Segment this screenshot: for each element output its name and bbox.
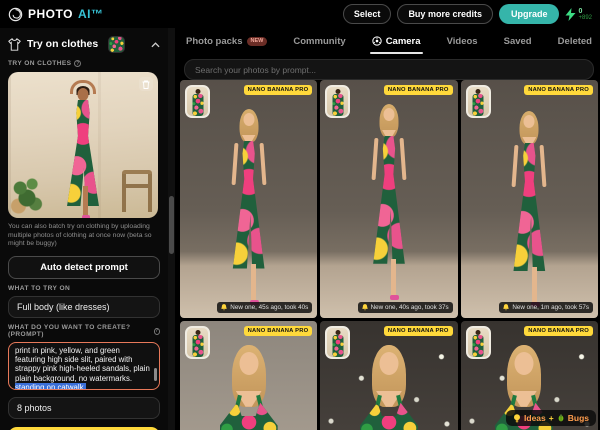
logo-text-primary: PHOTO [28,7,73,21]
clothing-thumbnail[interactable] [465,326,491,359]
sidebar-try-on-clothes: Try on clothes TRY ON CLOTHES? You can a… [0,28,168,430]
photo-status-badge: New one, 40s ago, took 37s [357,302,453,313]
scrollbar-thumb[interactable] [169,196,174,254]
sidebar-header[interactable]: Try on clothes [8,34,160,54]
new-badge: NEW [246,36,268,46]
photo-status-badge: New one, 1m ago, took 57s [499,302,593,313]
nano-pro-badge: NANO BANANA PRO [383,326,453,336]
logo-text-secondary: AI™ [77,7,104,21]
search-input[interactable]: Search your photos by prompt... [184,59,594,80]
photo-status-badge: New one, 45s ago, took 40s [217,302,313,313]
photo-card[interactable]: NANO BANANA PRO New one, 40s ago, took 3… [320,80,458,318]
what-to-try-on-label: WHAT TO TRY ON [8,285,71,293]
tab-bar: Photo packs NEW Community Camera Videos S… [178,28,600,54]
select-button[interactable]: Select [342,4,392,24]
lightning-icon [565,7,576,21]
photo-card[interactable]: NANO BANANA PRO [180,321,318,430]
clothing-thumbnail[interactable] [185,85,210,118]
auto-detect-prompt-button[interactable]: Auto detect prompt [8,256,160,280]
prompt-label: WHAT DO YOU WANT TO CREATE? (PROMPT)? [8,324,160,339]
tab-photo-packs[interactable]: Photo packs NEW [184,28,269,54]
tab-videos[interactable]: Videos [445,28,480,54]
nano-pro-badge: NANO BANANA PRO [524,326,593,336]
clothing-thumbnail[interactable] [325,85,351,118]
tab-deleted[interactable]: Deleted [556,28,594,54]
bell-icon [361,304,368,311]
photo-count-select[interactable]: 8 photos [8,397,160,420]
sidebar-scrollbar[interactable] [168,28,175,430]
tab-community[interactable]: Community [291,28,347,54]
clothing-avatar[interactable] [108,35,126,53]
photo-grid: NANO BANANA PRO New one, 45s ago, took 4… [178,80,600,430]
credits-indicator[interactable]: 0 +892 [565,7,592,21]
nano-pro-badge: NANO BANANA PRO [524,85,593,95]
sidebar-title: Try on clothes [27,38,99,50]
clothing-thumbnail[interactable] [465,85,491,118]
help-icon[interactable]: ? [153,327,160,335]
swirl-logo-icon [8,7,23,21]
logo[interactable]: PHOTO AI™ [8,7,103,22]
tab-camera[interactable]: Camera [369,28,423,54]
clothing-thumbnail[interactable] [325,326,351,359]
prompt-text: print in pink, yellow, and green featuri… [15,346,150,383]
camera-icon [372,36,382,46]
trash-icon [142,80,150,89]
prompt-selected-text: standing on catwalk. [15,382,86,391]
photo-card[interactable]: NANO BANANA PRO [320,321,458,430]
nano-pro-badge: NANO BANANA PRO [243,85,313,95]
bell-icon [503,304,510,311]
lightbulb-icon [514,413,521,422]
batch-note: You can also batch try on clothing by up… [8,223,152,248]
bell-icon [221,304,227,311]
feedback-button[interactable]: Ideas + Bugs [506,410,596,426]
photo-card[interactable]: NANO BANANA PRO New one, 1m ago, took 57… [460,80,598,318]
tab-saved[interactable]: Saved [502,28,534,54]
clothing-model-figure [53,80,113,218]
help-icon[interactable]: ? [74,60,82,67]
clothing-thumbnail[interactable] [185,326,210,359]
delete-clothing-button[interactable] [139,77,153,91]
prompt-textarea[interactable]: print in pink, yellow, and green featuri… [8,342,160,391]
topbar-actions: Select Buy more credits Upgrade 0 +892 [342,4,592,24]
chair-decor [122,170,152,212]
credits-delta: +892 [578,14,592,21]
upgrade-button[interactable]: Upgrade [498,4,560,24]
nano-pro-badge: NANO BANANA PRO [243,326,313,336]
buy-credits-button[interactable]: Buy more credits [397,4,493,24]
chevron-up-icon[interactable] [151,35,160,53]
try-on-clothes-label: TRY ON CLOTHES? [8,60,82,67]
photo-card[interactable]: NANO BANANA PRO New one, 45s ago, took 4… [180,80,318,318]
nano-pro-badge: NANO BANANA PRO [383,85,453,95]
bug-icon [558,414,564,422]
textarea-scrollbar[interactable] [154,368,157,382]
credits-count: 0 [578,7,583,15]
plant-decor [10,176,44,216]
main-panel: Photo packs NEW Community Camera Videos S… [178,28,600,430]
clothing-image[interactable] [8,72,158,218]
photo-ai-app: PHOTO AI™ Select Buy more credits Upgrad… [0,0,600,430]
topbar: PHOTO AI™ Select Buy more credits Upgrad… [0,0,600,28]
try-on-select[interactable]: Full body (like dresses) [8,296,160,319]
tshirt-icon [8,37,21,51]
